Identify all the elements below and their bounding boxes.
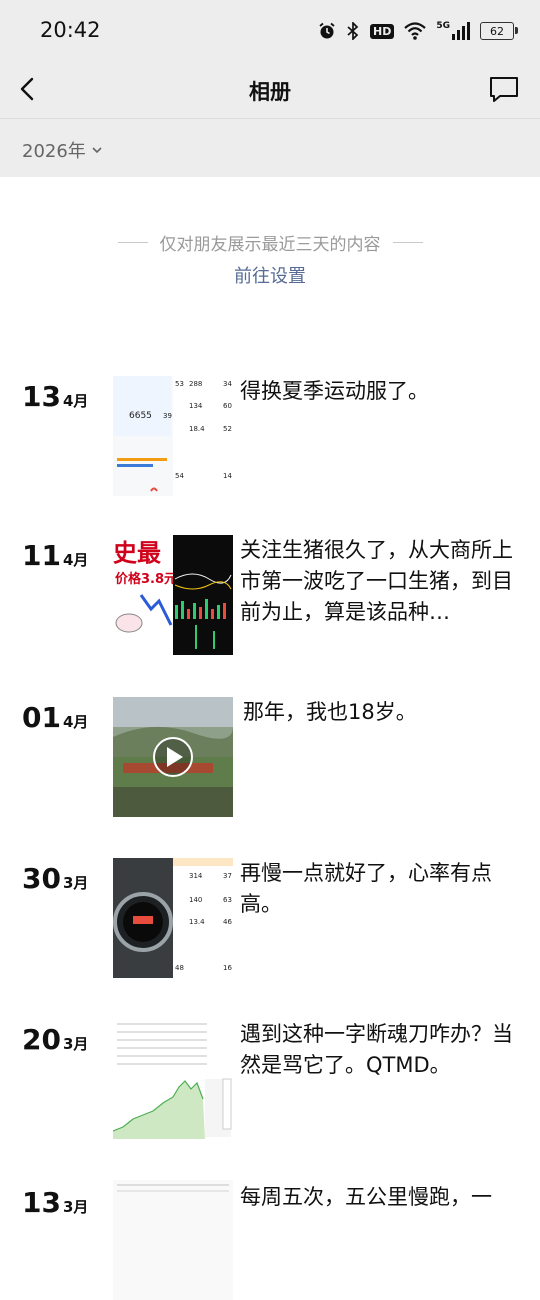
entry-thumbnail[interactable]	[113, 697, 233, 817]
entry-day: 20	[22, 1023, 61, 1056]
go-to-settings-link[interactable]: 前往设置	[0, 262, 540, 288]
entry-day: 11	[22, 539, 61, 572]
alarm-icon	[319, 22, 335, 39]
moment-entry[interactable]: 13 3月 每周五次，五公里慢跑，一	[0, 1180, 540, 1300]
notice-text: 仅对朋友展示最近三天的内容	[159, 235, 381, 255]
entry-month: 3月	[62, 1035, 89, 1053]
stat-text: 14	[223, 472, 232, 480]
nav-bar: 相册	[0, 62, 540, 119]
smartwatch-image: 314 37 140 63 13.4 46 48 16	[113, 858, 233, 978]
signal-icon: 5G	[436, 22, 470, 40]
entry-date: 13 3月	[22, 1186, 88, 1219]
status-time: 20:42	[40, 18, 101, 42]
stat-text: 6655	[129, 411, 152, 421]
stat-text: 39	[163, 412, 172, 420]
entry-month: 3月	[62, 874, 89, 892]
entry-month: 3月	[62, 1198, 89, 1216]
year-selector[interactable]: 2026年	[22, 137, 104, 163]
pig-text: 价格3.8元	[115, 571, 177, 587]
stat-text: 60	[223, 402, 232, 410]
entry-month: 4月	[62, 392, 89, 410]
moment-entry[interactable]: 13 4月 53 288 34 6655 39 134 60 18.4 52 5…	[0, 376, 540, 496]
divider-right	[392, 242, 423, 243]
stat-text: 34	[223, 380, 232, 388]
entry-date: 30 3月	[22, 862, 88, 895]
stat-text: 52	[223, 425, 232, 433]
hog-futures-image: 史最 价格3.8元	[113, 535, 233, 655]
entry-thumbnail[interactable]	[113, 1019, 233, 1139]
entry-caption: 遇到这种一字断魂刀咋办？当然是骂它了。QTMD。	[240, 1022, 513, 1077]
entry-day: 13	[22, 380, 61, 413]
stat-text: 134	[189, 402, 203, 410]
entry-thumbnail[interactable]	[113, 1180, 233, 1300]
entry-thumbnail[interactable]: 53 288 34 6655 39 134 60 18.4 52 54 14	[113, 376, 233, 496]
stat-text: 140	[189, 896, 202, 904]
entry-thumbnail[interactable]: 史最 价格3.8元	[113, 535, 233, 655]
stat-text: 46	[223, 918, 232, 926]
entry-month: 4月	[62, 551, 89, 569]
network-type: 5G	[436, 21, 450, 31]
entry-date: 01 4月	[22, 701, 88, 734]
entry-caption: 关注生猪很久了，从大商所上市第一波吃了一口生猪，到目前为止，算是该品种…	[240, 538, 513, 624]
page-title: 相册	[249, 80, 291, 104]
entry-day: 13	[22, 1186, 61, 1219]
moment-entry[interactable]: 11 4月 史最 价格3.8元 关注生猪很久了，从大商所上市第一波吃了一口生猪，…	[0, 535, 540, 655]
status-icons: HD 5G 62	[318, 18, 518, 44]
stock-chart-image	[113, 1019, 233, 1139]
stat-text: 314	[189, 872, 203, 880]
entry-day: 01	[22, 701, 61, 734]
stat-text: 53	[175, 380, 184, 388]
pig-text: 史最	[113, 539, 162, 567]
stat-text: 13.4	[189, 918, 205, 926]
entry-month: 4月	[62, 713, 89, 731]
stat-text: 63	[223, 896, 232, 904]
divider-left	[117, 242, 148, 243]
entry-caption: 每周五次，五公里慢跑，一	[240, 1185, 492, 1209]
year-bar: 2026年	[0, 119, 540, 177]
fitness-stats-image: 53 288 34 6655 39 134 60 18.4 52 54 14	[113, 376, 233, 496]
year-label: 2026年	[22, 141, 86, 162]
status-bar: 20:42 HD 5G 62	[0, 0, 540, 62]
hd-badge: HD	[370, 23, 395, 39]
battery-level: 62	[490, 24, 504, 38]
visibility-notice: 仅对朋友展示最近三天的内容	[0, 230, 540, 255]
stat-text: 288	[189, 380, 202, 388]
entry-date: 11 4月	[22, 539, 88, 572]
video-thumbnail-image	[113, 697, 233, 817]
wifi-icon	[404, 22, 427, 40]
stat-text: 37	[223, 872, 232, 880]
battery-indicator: 62	[480, 22, 518, 40]
stat-text: 48	[175, 964, 184, 972]
entry-date: 13 4月	[22, 380, 88, 413]
entry-thumbnail[interactable]: 314 37 140 63 13.4 46 48 16	[113, 858, 233, 978]
entry-caption: 那年，我也18岁。	[243, 700, 417, 724]
moment-entry[interactable]: 01 4月 那年，我也18岁。	[0, 697, 540, 817]
entry-date: 20 3月	[22, 1023, 88, 1056]
stat-text: 54	[175, 472, 184, 480]
bluetooth-icon	[347, 22, 359, 40]
entry-day: 30	[22, 862, 61, 895]
entry-caption: 再慢一点就好了，心率有点高。	[240, 861, 492, 916]
moment-entry[interactable]: 30 3月 314 37 140 63 13.4 46 48 16 再慢一点就好…	[0, 858, 540, 978]
entry-caption: 得换夏季运动服了。	[240, 379, 429, 403]
chevron-down-icon	[92, 147, 102, 154]
moment-entry[interactable]: 20 3月 遇到这种一字断魂刀咋办？当然是骂它了。QTMD。	[0, 1019, 540, 1139]
data-table-image	[113, 1180, 233, 1300]
comment-icon	[490, 77, 518, 102]
stat-text: 16	[223, 964, 232, 972]
stat-text: 18.4	[189, 425, 205, 433]
messages-button[interactable]	[488, 74, 520, 106]
